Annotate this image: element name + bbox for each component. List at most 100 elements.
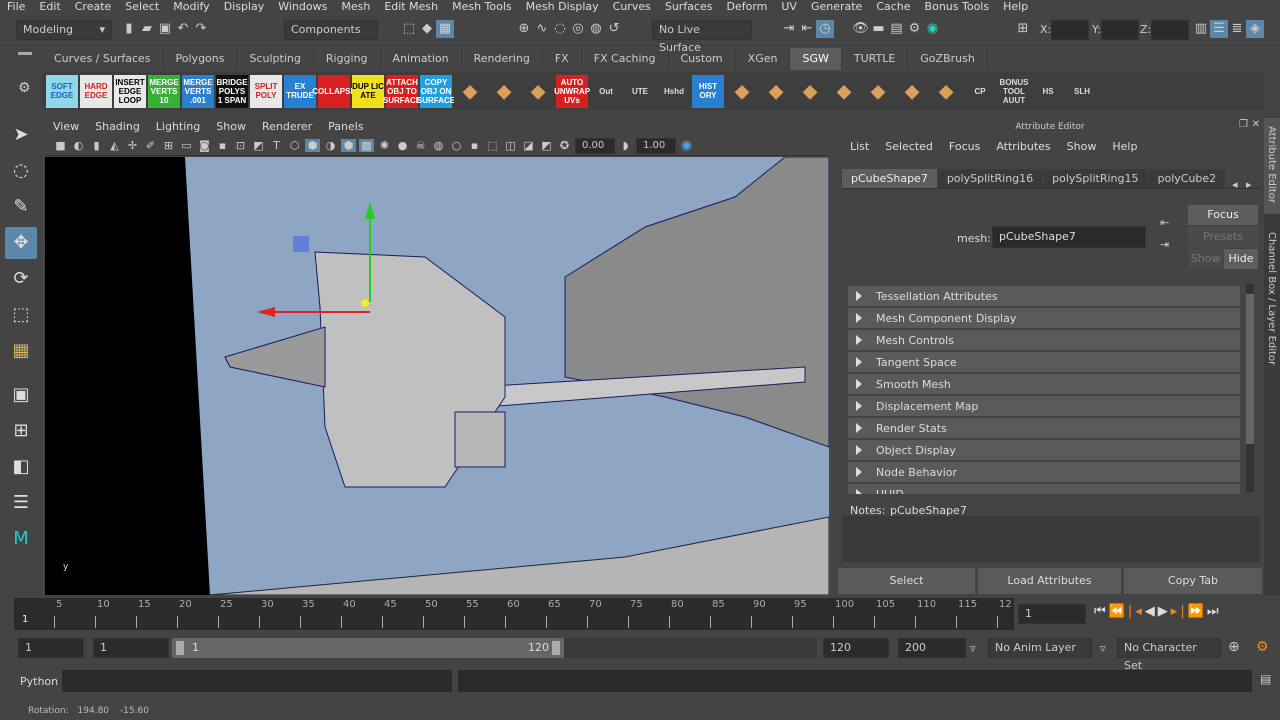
go-to-input-icon[interactable]: ⇤: [1160, 216, 1169, 229]
tab-pcubeshape7[interactable]: pCubeShape7: [842, 169, 937, 188]
shelf-tool-icon[interactable]: ◆: [930, 74, 962, 108]
menu-uv[interactable]: UV: [774, 0, 804, 15]
shelf-button-hist-ory[interactable]: HIST ORY: [692, 74, 724, 108]
shelf-menu-icon[interactable]: [18, 52, 32, 55]
y-field[interactable]: [1101, 20, 1139, 40]
snap-grid-icon[interactable]: ⊕: [515, 20, 533, 38]
menu-cache[interactable]: Cache: [869, 0, 917, 15]
menu-edit-mesh[interactable]: Edit Mesh: [377, 0, 445, 15]
shelf-tool-icon[interactable]: ◆: [522, 74, 554, 108]
menu-create[interactable]: Create: [68, 0, 119, 15]
shelf-tool-icon[interactable]: ◆: [454, 74, 486, 108]
character-set-dropdown[interactable]: No Character Set: [1117, 638, 1221, 672]
hide-button[interactable]: Hide: [1224, 249, 1258, 269]
section-render-stats[interactable]: Render Stats: [848, 418, 1240, 438]
default-material-icon[interactable]: ◑: [323, 139, 338, 152]
3d-viewport[interactable]: y: [45, 157, 829, 595]
play-backwards-icon[interactable]: ◀: [1145, 604, 1158, 619]
four-view-layout-icon[interactable]: ⊞: [5, 415, 37, 447]
tab-fx[interactable]: FX: [543, 48, 582, 70]
menu-edit[interactable]: Edit: [32, 0, 67, 15]
playback-end-field[interactable]: 120: [823, 638, 889, 658]
render-settings-icon[interactable]: ⚙: [906, 20, 924, 38]
tab-custom[interactable]: Custom: [669, 48, 736, 70]
shelf-button-hs[interactable]: HS: [1032, 74, 1064, 108]
motion-blur-icon[interactable]: ◍: [431, 139, 446, 152]
wireframe-on-shaded-icon[interactable]: ⬢: [341, 139, 356, 152]
shelf-button-copy-obj-on-surface[interactable]: COPY OBJ ON SURFACE: [417, 74, 455, 108]
last-tool-icon[interactable]: ▦: [5, 335, 37, 367]
menu-display[interactable]: Display: [217, 0, 272, 15]
step-forward-icon[interactable]: ⏩: [1188, 604, 1207, 619]
x-field[interactable]: [1051, 20, 1089, 40]
play-forwards-icon[interactable]: ▶: [1158, 604, 1171, 619]
snap-surface-icon[interactable]: ◍: [587, 20, 605, 38]
ae-menu-show[interactable]: Show: [1059, 140, 1105, 153]
camera-icon[interactable]: ■: [53, 139, 68, 152]
tab-xgen[interactable]: XGen: [736, 48, 791, 70]
render-frame-icon[interactable]: ▬: [870, 20, 888, 38]
section-mesh-component-display[interactable]: Mesh Component Display: [848, 308, 1240, 328]
menu-mesh-tools[interactable]: Mesh Tools: [445, 0, 519, 15]
hypershade-icon[interactable]: ◉: [924, 20, 942, 38]
section-smooth-mesh[interactable]: Smooth Mesh: [848, 374, 1240, 394]
menu-modify[interactable]: Modify: [166, 0, 216, 15]
viewport-menu-view[interactable]: View: [45, 118, 87, 136]
anti-alias-icon[interactable]: ○: [449, 139, 464, 152]
shelf-tool-icon[interactable]: ◆: [760, 74, 792, 108]
input-ops-icon[interactable]: ⇥: [780, 20, 798, 38]
shelf-button-insert-edge-loop[interactable]: INSERT EDGE LOOP: [114, 74, 146, 108]
attribute-scrollbar[interactable]: [1246, 284, 1254, 492]
select-hierarchy-icon[interactable]: ⬚: [400, 20, 418, 38]
live-surface-field[interactable]: No Live Surface: [652, 20, 752, 54]
load-attributes-button[interactable]: Load Attributes: [978, 568, 1121, 594]
prev-key-icon[interactable]: |◂: [1128, 604, 1145, 619]
safe-title-icon[interactable]: T: [269, 139, 284, 152]
xray-components-icon[interactable]: ◩: [539, 139, 554, 152]
snap-view-icon[interactable]: ◎: [569, 20, 587, 38]
manipulator-plane-handle[interactable]: [293, 236, 309, 252]
step-back-key-icon[interactable]: ⏪: [1109, 604, 1128, 619]
mesh-name-field[interactable]: pCubeShape7: [992, 226, 1146, 248]
ambient-occlusion-icon[interactable]: ☠: [413, 139, 428, 152]
channel-box-toggle-icon[interactable]: ◈: [1246, 20, 1264, 38]
shelf-button-auto-unwrap-uvs[interactable]: AUTO UNWRAP UVs: [554, 74, 590, 108]
select-component-icon[interactable]: ▦: [436, 20, 454, 38]
shelf-settings-gear-icon[interactable]: ⚙: [18, 80, 31, 96]
field-chart-icon[interactable]: ⊡: [233, 139, 248, 152]
gate-mask-icon[interactable]: ▪: [215, 139, 230, 152]
shelf-button-attach-obj-to-surface[interactable]: ATTACH OBJ TO SURFACE: [383, 74, 421, 108]
tabs-scroll-left-icon[interactable]: ◂: [1232, 178, 1238, 191]
menu-mesh[interactable]: Mesh: [334, 0, 377, 15]
z-field[interactable]: [1151, 20, 1189, 40]
2d-pan-icon[interactable]: ✢: [125, 139, 140, 152]
section-node-behavior[interactable]: Node Behavior: [848, 462, 1240, 482]
resolution-gate-icon[interactable]: ◙: [197, 139, 212, 152]
shelf-tool-icon[interactable]: ◆: [794, 74, 826, 108]
tab-fx-caching[interactable]: FX Caching: [582, 48, 669, 70]
menu-deform[interactable]: Deform: [719, 0, 774, 15]
shelf-button-slh[interactable]: SLH: [1066, 74, 1098, 108]
outliner-layout-icon[interactable]: ☰: [5, 487, 37, 519]
tab-rigging[interactable]: Rigging: [314, 48, 381, 70]
scale-tool-icon[interactable]: ⬚: [5, 299, 37, 331]
shelf-button-out[interactable]: Out: [590, 74, 622, 108]
redo-icon[interactable]: ↷: [192, 20, 210, 38]
tab-gozbrush[interactable]: GoZBrush: [908, 48, 988, 70]
tab-polysplitring15[interactable]: polySplitRing15: [1043, 169, 1148, 188]
shelf-tool-icon[interactable]: ◆: [488, 74, 520, 108]
shelf-button-hshd[interactable]: Hshd: [658, 74, 690, 108]
go-to-end-icon[interactable]: ⏭: [1207, 604, 1222, 619]
render-view-icon[interactable]: 👁: [852, 20, 870, 38]
tab-turtle[interactable]: TURTLE: [842, 48, 909, 70]
notes-textarea[interactable]: [842, 516, 1260, 562]
tab-curves-surfaces[interactable]: Curves / Surfaces: [42, 48, 164, 70]
time-slider[interactable]: 1 5 10 15 20 25 30 35 40 45 50 55 60 65 70 75 80 85 90 95 1…: [14, 598, 1014, 630]
shelf-tool-icon[interactable]: ◆: [896, 74, 928, 108]
shelf-button-split-poly[interactable]: SPLIT POLY: [250, 74, 282, 108]
save-icon[interactable]: ▣: [156, 20, 174, 38]
focus-button[interactable]: Focus: [1188, 205, 1258, 225]
shelf-button-bonus-tool-auut[interactable]: BONUS TOOL AUUT: [998, 74, 1030, 108]
shelf-button-ex-trude[interactable]: EX TRUDE: [284, 74, 316, 108]
new-file-icon[interactable]: ▮: [120, 20, 138, 38]
